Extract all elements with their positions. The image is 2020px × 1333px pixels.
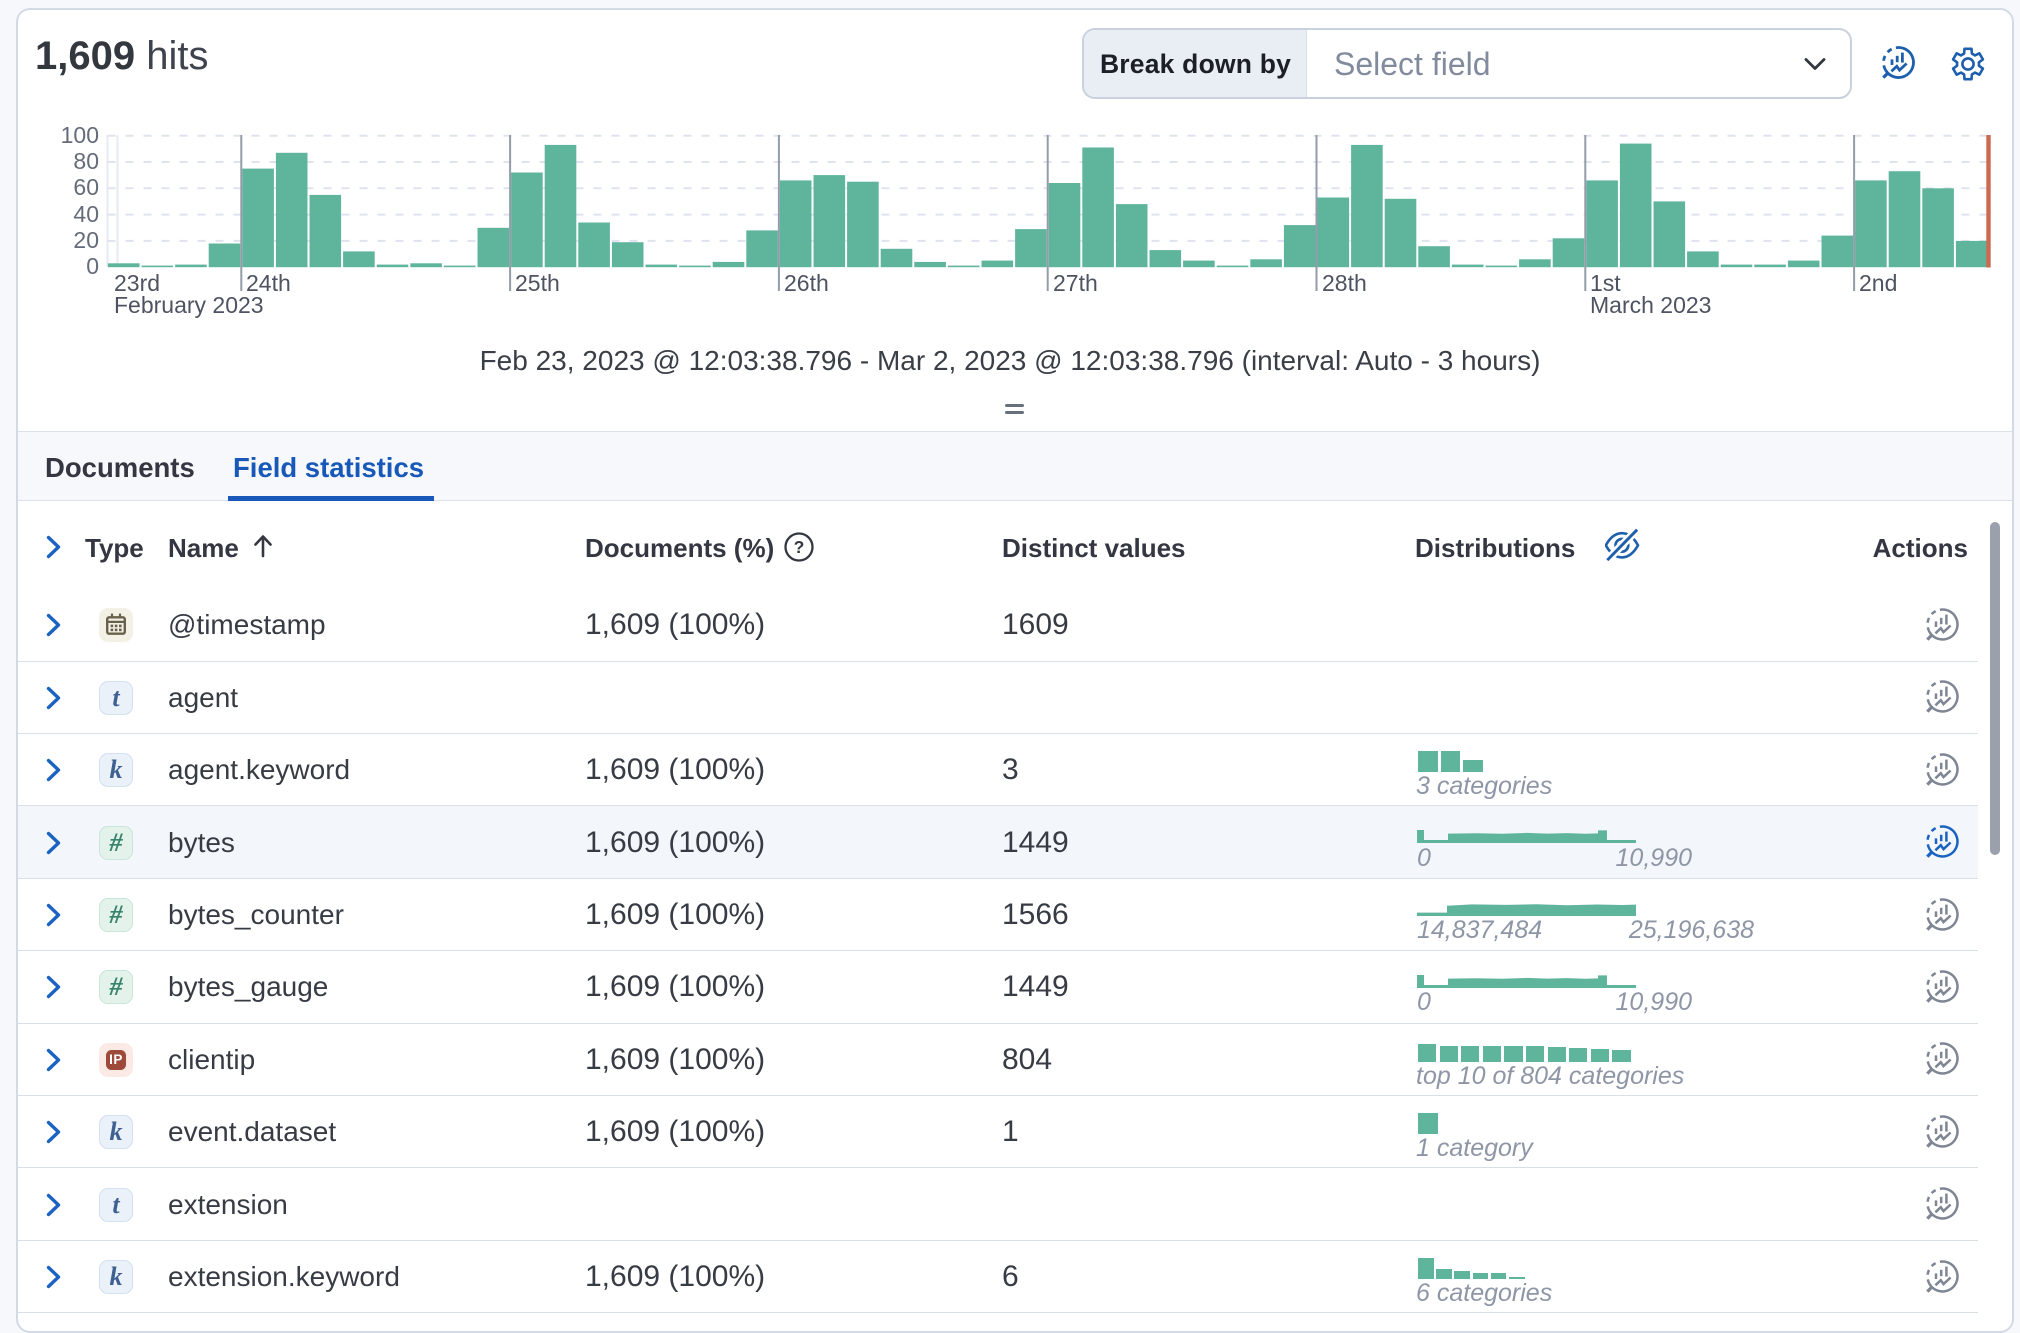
svg-text:March 2023: March 2023 [1590, 292, 1711, 318]
svg-text:26th: 26th [784, 270, 829, 296]
svg-text:100: 100 [61, 122, 99, 148]
svg-text:60: 60 [73, 174, 99, 200]
svg-text:0: 0 [86, 253, 99, 279]
svg-text:27th: 27th [1053, 270, 1098, 296]
svg-text:20: 20 [73, 227, 99, 253]
svg-text:28th: 28th [1322, 270, 1367, 296]
svg-text:25th: 25th [515, 270, 560, 296]
svg-text:80: 80 [73, 148, 99, 174]
svg-text:?: ? [794, 537, 805, 557]
svg-text:2nd: 2nd [1859, 270, 1897, 296]
svg-text:February 2023: February 2023 [114, 292, 264, 318]
svg-text:40: 40 [73, 201, 99, 227]
